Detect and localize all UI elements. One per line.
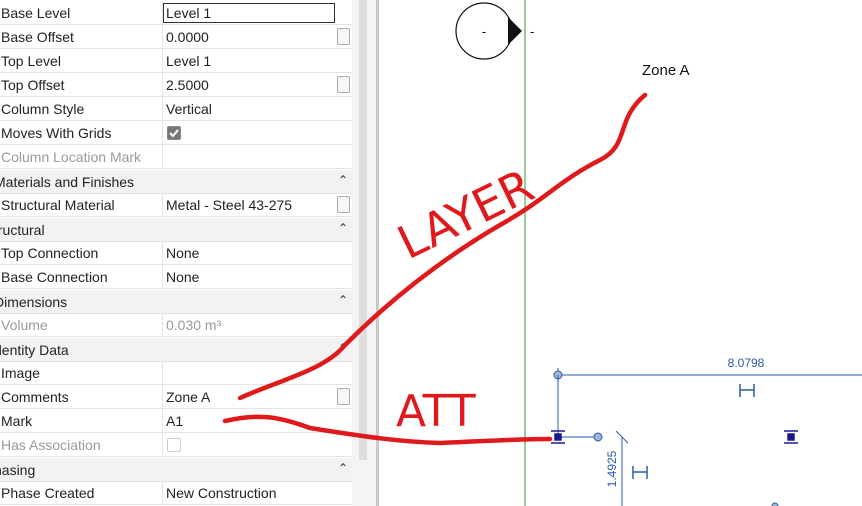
property-name: Column Location Mark xyxy=(1,149,142,165)
grid-head-arrow-icon[interactable] xyxy=(508,17,522,45)
column-divider xyxy=(162,409,163,432)
properties-scrollbar-thumb[interactable] xyxy=(359,0,367,460)
collapse-chevron-icon[interactable]: ⌃ xyxy=(338,221,348,235)
column-divider xyxy=(162,361,163,384)
column-divider xyxy=(162,97,163,120)
drawing-canvas[interactable]: - - Zone A 8.0798 1.4925 xyxy=(379,0,862,506)
property-group-header[interactable]: Dimensions ⌃ xyxy=(0,290,352,314)
property-value[interactable]: Zone A xyxy=(166,389,210,405)
column-divider xyxy=(162,241,163,264)
property-name: Top Connection xyxy=(1,245,99,261)
property-group-header[interactable]: Materials and Finishes ⌃ xyxy=(0,170,352,194)
property-group-header[interactable]: hasing ⌃ xyxy=(0,458,352,482)
column-divider xyxy=(162,145,163,168)
horizontal-dimension[interactable] xyxy=(557,368,862,385)
column-divider xyxy=(162,73,163,96)
property-edit-button[interactable] xyxy=(337,388,350,405)
column-divider xyxy=(162,121,163,144)
property-row[interactable]: Column Location Mark xyxy=(0,145,352,169)
property-row[interactable]: Volume 0.030 m³ xyxy=(0,313,352,337)
property-name: Top Level xyxy=(1,53,61,69)
property-row[interactable]: Column Style Vertical xyxy=(0,97,352,121)
property-value[interactable]: Level 1 xyxy=(166,5,211,21)
column-divider xyxy=(162,313,163,336)
property-edit-button[interactable] xyxy=(337,28,350,45)
column-divider xyxy=(162,265,163,288)
property-value[interactable]: Metal - Steel 43-275 xyxy=(166,197,292,213)
property-edit-button[interactable] xyxy=(337,196,350,213)
property-row[interactable]: Top Offset 2.5000 xyxy=(0,73,352,97)
property-value[interactable]: A1 xyxy=(166,413,183,429)
property-group-header[interactable]: dentity Data ⌃ xyxy=(0,338,352,362)
property-value[interactable]: None xyxy=(166,245,199,261)
grid-head-side-label: - xyxy=(530,24,534,39)
property-name: Image xyxy=(1,365,40,381)
property-row[interactable]: Phase Created New Construction xyxy=(0,481,352,505)
property-name: Top Offset xyxy=(1,77,65,93)
properties-panel: Base Level Level 1 Base Offset 0.0000 Top Le… xyxy=(0,0,376,506)
property-value[interactable]: New Construction xyxy=(166,485,277,501)
collapse-chevron-icon[interactable]: ⌃ xyxy=(338,341,348,355)
property-value[interactable]: 0.0000 xyxy=(166,29,209,45)
property-value[interactable]: 2.5000 xyxy=(166,77,209,93)
property-value[interactable]: Vertical xyxy=(166,101,212,117)
property-name: Comments xyxy=(1,389,69,405)
column-divider xyxy=(162,433,163,456)
property-group-label: Dimensions xyxy=(0,294,68,310)
checkmark-icon xyxy=(169,129,179,138)
property-name: Volume xyxy=(1,317,48,333)
property-checkbox[interactable] xyxy=(167,126,181,140)
property-row[interactable]: Base Offset 0.0000 xyxy=(0,25,352,49)
property-value[interactable]: Level 1 xyxy=(166,53,211,69)
property-group-label: Materials and Finishes xyxy=(0,174,135,190)
property-row[interactable]: Top Connection None xyxy=(0,241,352,265)
column-divider xyxy=(162,385,163,408)
property-group-label: dentity Data xyxy=(0,342,69,358)
property-name: Column Style xyxy=(1,101,85,117)
property-row[interactable]: Base Connection None xyxy=(0,265,352,289)
grid-head-label: - xyxy=(482,24,486,39)
property-row[interactable]: Image xyxy=(0,361,352,385)
column-divider xyxy=(162,481,163,504)
property-group-label: tructural xyxy=(0,222,45,238)
flip-control-icon[interactable] xyxy=(739,384,755,397)
property-name: Base Connection xyxy=(1,269,108,285)
dimension-horizontal-value[interactable]: 8.0798 xyxy=(728,356,765,370)
property-name: Base Offset xyxy=(1,29,74,45)
dimension-vertical-value[interactable]: 1.4925 xyxy=(605,450,619,487)
property-row[interactable]: Base Level Level 1 xyxy=(0,1,352,25)
property-checkbox xyxy=(167,438,181,452)
property-edit-button[interactable] xyxy=(337,76,350,93)
property-row[interactable]: Comments Zone A xyxy=(0,385,352,409)
property-name: Mark xyxy=(1,413,33,429)
flip-control-icon[interactable] xyxy=(632,466,648,479)
property-name: Structural Material xyxy=(1,197,115,213)
property-row[interactable]: Has Association xyxy=(0,433,352,457)
collapse-chevron-icon[interactable]: ⌃ xyxy=(338,461,348,475)
property-row[interactable]: Top Level Level 1 xyxy=(0,49,352,73)
property-row[interactable]: Mark A1 xyxy=(0,409,352,433)
zone-label: Zone A xyxy=(642,62,690,79)
dimension-grip-2[interactable] xyxy=(593,432,603,442)
property-value[interactable]: None xyxy=(166,269,199,285)
column-divider xyxy=(162,193,163,216)
property-name: Phase Created xyxy=(1,485,95,501)
property-group-header[interactable]: tructural ⌃ xyxy=(0,218,352,242)
collapse-chevron-icon[interactable]: ⌃ xyxy=(338,173,348,187)
collapse-chevron-icon[interactable]: ⌃ xyxy=(338,293,348,307)
column-divider xyxy=(162,25,163,48)
property-name: Base Level xyxy=(1,5,71,21)
property-name: Moves With Grids xyxy=(1,125,112,141)
property-name: Has Association xyxy=(1,437,101,453)
property-group-label: hasing xyxy=(0,462,36,478)
column-marker-icon[interactable] xyxy=(784,430,798,444)
property-row[interactable]: Structural Material Metal - Steel 43-275 xyxy=(0,193,352,217)
property-row[interactable]: Moves With Grids xyxy=(0,121,352,145)
property-value: 0.030 m³ xyxy=(166,317,222,333)
column-divider xyxy=(162,49,163,72)
